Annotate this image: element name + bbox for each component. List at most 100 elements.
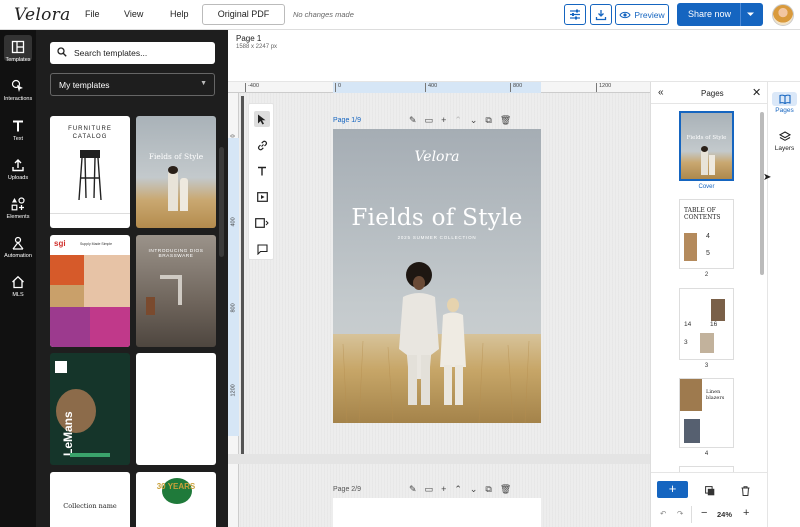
chevron-up-icon[interactable]: ⌃ — [454, 484, 462, 495]
template-card-collection[interactable]: Collection name — [50, 472, 130, 527]
figure — [180, 178, 188, 211]
canvas-scroll-track[interactable] — [241, 96, 244, 456]
page-tab[interactable]: Page 1 1588 x 2247 px — [236, 34, 277, 50]
page-1[interactable]: Velora Fields of Style 2025 SUMMER COLLE… — [333, 129, 541, 423]
pages-scrollbar[interactable] — [760, 112, 764, 275]
template-card-sgi[interactable]: sgi Supply Made Simple — [50, 235, 130, 347]
tab-label: Pages — [775, 107, 794, 114]
template-card-lemans[interactable]: LeMans — [50, 353, 130, 465]
page-thumb-2[interactable]: TABLE OF CONTENTS 4 5 — [679, 199, 734, 269]
text-tool[interactable] — [254, 163, 270, 179]
cover-subtitle[interactable]: 2025 SUMMER COLLECTION — [333, 235, 541, 240]
chevron-down-icon[interactable]: ⌄ — [470, 484, 478, 495]
edit-icon[interactable]: ✎ — [409, 484, 417, 495]
original-pdf-button[interactable]: Original PDF — [202, 4, 285, 25]
tool-uploads[interactable]: Uploads — [0, 158, 36, 181]
video-icon — [256, 192, 268, 202]
template-card-fields[interactable]: Fields of Style — [136, 116, 216, 228]
search-icon — [57, 47, 67, 57]
duplicate-icon[interactable]: ⧉ — [485, 115, 491, 126]
tool-label: Interactions — [3, 96, 33, 102]
menu-file[interactable]: File — [85, 9, 100, 19]
thumb-num: 3 — [684, 339, 688, 346]
adjust-button[interactable] — [564, 4, 586, 25]
tool-label: Text — [12, 136, 24, 142]
add-page-button[interactable]: + — [657, 481, 688, 498]
panel-scrollbar[interactable] — [219, 147, 224, 257]
template-title: LeMans — [61, 411, 75, 456]
tool-mls[interactable]: MLS — [0, 275, 36, 298]
chevron-down-icon[interactable]: ⌄ — [470, 115, 478, 126]
menu-help[interactable]: Help — [170, 9, 189, 19]
template-title: Fields of Style — [148, 152, 204, 161]
close-icon[interactable]: ✕ — [752, 86, 761, 99]
tool-elements[interactable]: Elements — [0, 197, 36, 220]
tool-label: Automation — [4, 253, 32, 259]
video-tool[interactable] — [254, 189, 270, 205]
tool-interactions[interactable]: Interactions — [0, 79, 36, 102]
add-icon[interactable]: + — [441, 115, 446, 126]
delete-page-button[interactable] — [741, 483, 750, 501]
tab-pages[interactable]: Pages — [768, 92, 800, 114]
tab-layers[interactable]: Layers — [768, 131, 800, 152]
page-2[interactable] — [333, 498, 541, 527]
zoom-in-button[interactable]: + — [743, 507, 749, 519]
book-icon — [778, 94, 791, 104]
page-thumb-cover[interactable]: Fields of Style — [679, 111, 734, 181]
ruler-tick: 1200 — [230, 384, 237, 397]
tool-text[interactable]: Text — [0, 119, 36, 142]
template-search-input[interactable]: Search templates... — [50, 42, 215, 64]
tool-templates[interactable]: Templates — [0, 35, 36, 63]
preview-label: Preview — [634, 9, 665, 20]
duplicate-page-button[interactable] — [705, 483, 715, 501]
comment-icon[interactable]: ▭ — [425, 484, 434, 495]
chevron-up-icon[interactable]: ⌃ — [454, 115, 462, 126]
template-filter-select[interactable]: My templates ▼ — [50, 73, 215, 96]
menu-view[interactable]: View — [124, 9, 143, 19]
canvas[interactable]: -400 0 400 800 1200 0 400 800 1200 Page … — [228, 82, 650, 527]
page-thumb-3[interactable]: 14 16 3 — [679, 288, 734, 360]
link-tool[interactable] — [254, 137, 270, 153]
download-button[interactable] — [590, 4, 612, 25]
interactions-icon — [11, 79, 23, 92]
photo-tile — [50, 285, 84, 307]
brand-bar — [70, 453, 110, 457]
thumb-heading: Linen blazers — [706, 389, 725, 401]
template-card-dios[interactable]: INTRODUCING DIOS BRASSWARE — [136, 235, 216, 347]
comment-icon[interactable]: ▭ — [425, 115, 434, 126]
template-card-furniture[interactable]: FURNITURE CATALOG — [50, 116, 130, 228]
zoom-out-button[interactable]: − — [701, 507, 707, 519]
share-dropdown-caret[interactable] — [746, 8, 755, 22]
template-title: sgi — [54, 239, 66, 248]
comment-tool[interactable] — [254, 241, 270, 257]
cover-title[interactable]: Fields of Style — [333, 205, 541, 231]
redo-icon[interactable]: ↷ — [677, 509, 683, 518]
template-subtitle: Supply Made Simple — [80, 242, 113, 246]
shape-tool[interactable] — [254, 215, 270, 231]
duplicate-icon[interactable]: ⧉ — [485, 484, 491, 495]
avatar[interactable] — [772, 4, 794, 26]
figure-head — [168, 166, 178, 174]
zoom-level[interactable]: 24% — [717, 510, 732, 519]
page-thumb-4[interactable]: Linen blazers — [679, 378, 734, 448]
automation-icon — [12, 236, 24, 250]
tool-automation[interactable]: Automation — [0, 236, 36, 259]
square-icon — [255, 218, 269, 228]
edit-icon[interactable]: ✎ — [409, 115, 417, 126]
select-tool[interactable] — [254, 111, 270, 127]
download-icon — [595, 9, 607, 20]
collapse-icon[interactable]: « — [658, 87, 664, 98]
qr-code — [55, 361, 67, 373]
trash-icon[interactable]: 🗑 — [500, 115, 511, 126]
share-button[interactable]: Share now — [677, 3, 763, 26]
template-card-anniversary[interactable]: 30 YEARS — [136, 472, 216, 527]
thumb-title: Fields of Style — [686, 135, 727, 141]
templates-panel: Search templates... My templates ▼ FURNI… — [36, 30, 228, 527]
text-icon — [13, 120, 23, 132]
cover-brand[interactable]: Velora — [333, 149, 541, 165]
preview-button[interactable]: Preview — [615, 4, 669, 25]
undo-icon[interactable]: ↶ — [660, 509, 666, 518]
trash-icon[interactable]: 🗑 — [500, 484, 511, 495]
add-icon[interactable]: + — [441, 484, 446, 495]
template-card-blank[interactable] — [136, 353, 216, 465]
